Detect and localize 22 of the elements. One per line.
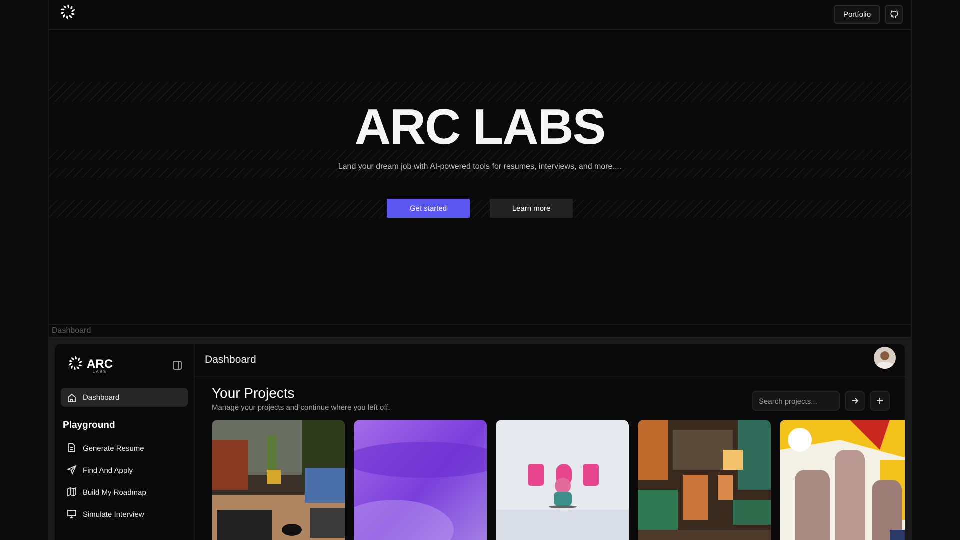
brand-name: ARC	[87, 358, 113, 370]
github-icon	[890, 10, 898, 19]
logo-icon[interactable]	[67, 355, 84, 372]
arrow-button[interactable]	[845, 391, 865, 411]
logo-icon[interactable]	[59, 3, 77, 21]
hero-subtitle: Land your dream job with AI-powered tools for resumes, interviews, and more....	[338, 162, 622, 171]
page-title: Dashboard	[205, 354, 256, 366]
add-button[interactable]	[870, 391, 890, 411]
section-title: Your Projects	[212, 385, 296, 401]
sidebar-toggle-icon[interactable]	[173, 361, 182, 370]
github-button[interactable]	[885, 5, 903, 24]
send-icon	[67, 465, 77, 475]
arrow-right-icon	[851, 397, 859, 405]
section-heading: Playground	[63, 420, 116, 431]
home-icon	[67, 392, 77, 402]
preview-label: Dashboard	[49, 324, 911, 338]
plus-icon	[876, 397, 884, 405]
document-icon	[67, 443, 77, 453]
avatar[interactable]	[874, 346, 896, 368]
hero-title: ARC LABS	[354, 100, 606, 154]
monitor-icon	[67, 509, 77, 519]
map-icon	[67, 487, 77, 497]
